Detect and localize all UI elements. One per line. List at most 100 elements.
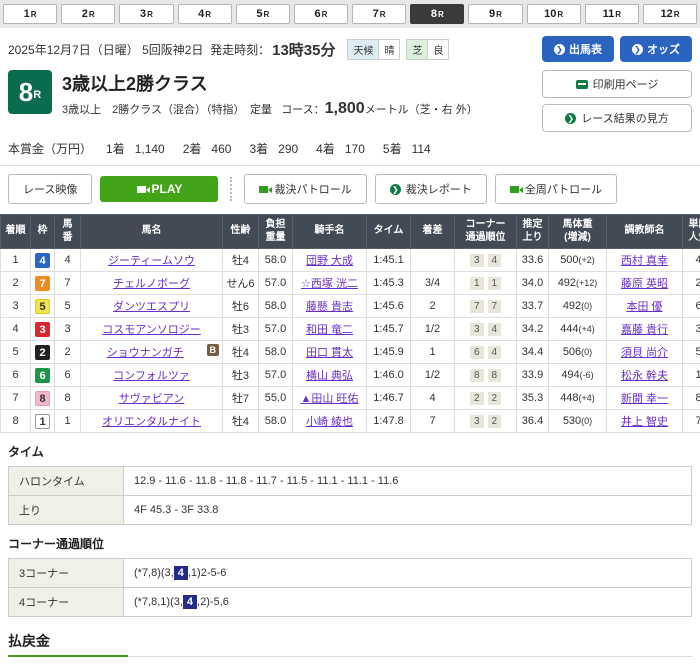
race-tab-11r[interactable]: 11R: [585, 4, 639, 24]
stewards-report-button[interactable]: ❯裁決レポート: [375, 174, 487, 204]
finish-time: 1:45.7: [367, 318, 411, 341]
race-number: 12: [660, 8, 672, 20]
trainer-cell: 西村 真幸: [607, 249, 683, 272]
margin: 1/2: [411, 364, 455, 387]
stewards-patrol-button[interactable]: 裁決パトロール: [244, 174, 366, 204]
race-title: 3歳以上2勝クラス: [62, 70, 478, 96]
trainer-name-link[interactable]: 新開 幸一: [621, 393, 668, 405]
horse-weight: 506: [563, 346, 581, 358]
horse-name-link[interactable]: チェルノボーグ: [113, 278, 190, 290]
horse-name-link[interactable]: ダンツエスプリ: [113, 301, 190, 313]
jockey-name-link[interactable]: ▲田山 旺佑: [301, 393, 359, 405]
frame-cell: 3: [31, 318, 55, 341]
race-tab-3r[interactable]: 3R: [119, 4, 173, 24]
win-popularity: 7: [683, 410, 700, 433]
horse-weight-diff: (0): [581, 301, 592, 311]
corner-position-box: 7: [488, 300, 502, 313]
finish-time: 1:45.3: [367, 272, 411, 295]
corner-positions: 34: [455, 318, 517, 341]
arrow-circle-icon: ❯: [554, 44, 565, 55]
trainer-name-link[interactable]: 藤原 英昭: [621, 278, 668, 290]
trainer-cell: 松永 幹夫: [607, 364, 683, 387]
race-tab-5r[interactable]: 5R: [236, 4, 290, 24]
table-row: 433コスモアンソロジー牡357.0和田 竜二1:45.71/23434.244…: [1, 318, 700, 341]
race-tab-2r[interactable]: 2R: [61, 4, 115, 24]
trainer-name-link[interactable]: 須貝 尚介: [621, 347, 668, 359]
estimated-last3f: 34.0: [517, 272, 549, 295]
blinker-badge: B: [207, 344, 220, 356]
trainer-name-link[interactable]: 井上 智史: [621, 416, 668, 428]
horse-weight-cell: 506(0): [549, 341, 607, 364]
race-tab-9r[interactable]: 9R: [468, 4, 522, 24]
corner-position-box: 1: [470, 277, 484, 290]
horse-weight-cell: 500(+2): [549, 249, 607, 272]
jockey-name-link[interactable]: 田口 貫太: [306, 347, 353, 359]
race-number: 6: [314, 8, 320, 20]
horse-number: 8: [55, 387, 81, 410]
jockey-name-link[interactable]: 藤懸 貴志: [306, 301, 353, 313]
finish-position: 1: [1, 249, 31, 272]
race-tab-1r[interactable]: 1R: [3, 4, 57, 24]
horse-weight-diff: (+12): [576, 278, 597, 288]
race-tab-6r[interactable]: 6R: [294, 4, 348, 24]
jockey-cell: 団野 大成: [293, 249, 367, 272]
sex-age: 牡4: [223, 341, 259, 364]
horse-name-link[interactable]: コスモアンソロジー: [102, 324, 201, 336]
column-header: コーナー 通過順位: [455, 215, 517, 249]
finish-time: 1:47.8: [367, 410, 411, 433]
turf-label: 芝: [406, 39, 428, 60]
trainer-cell: 須貝 尚介: [607, 341, 683, 364]
prize-place: 3着: [249, 142, 268, 156]
race-tab-7r[interactable]: 7R: [352, 4, 406, 24]
odds-button[interactable]: ❯オッズ: [620, 36, 692, 62]
frame-number-badge: 8: [35, 391, 50, 406]
jockey-name-link[interactable]: 横山 典弘: [306, 370, 353, 382]
column-header: 着順: [1, 215, 31, 249]
trainer-name-link[interactable]: 西村 真幸: [621, 255, 668, 267]
prize-item-2着: 2着460: [183, 142, 232, 156]
finish-time: 1:45.6: [367, 295, 411, 318]
column-header: 推定 上り: [517, 215, 549, 249]
jockey-cell: 田口 貫太: [293, 341, 367, 364]
horse-name-link[interactable]: コンフォルツァ: [113, 370, 190, 382]
horse-weight-cell: 444(+4): [549, 318, 607, 341]
horse-name-link[interactable]: ジーティームソウ: [108, 255, 195, 267]
prize-amount: 114: [412, 142, 431, 156]
corner-position-box: 8: [488, 369, 502, 382]
race-number: 8: [431, 8, 437, 20]
play-button[interactable]: PLAY: [100, 176, 218, 202]
horse-weight-cell: 448(+4): [549, 387, 607, 410]
entry-table-button[interactable]: ❯出馬表: [542, 36, 614, 62]
horse-name-link[interactable]: オリエンタルナイト: [102, 416, 201, 428]
race-tab-8r[interactable]: 8R: [410, 4, 464, 24]
race-tab-10r[interactable]: 10R: [527, 4, 581, 24]
corner4-value: (*7,8,1)(3,4,2)-5,6: [124, 588, 692, 617]
turf-value: 良: [428, 39, 449, 60]
horse-name-link[interactable]: サヴァビアン: [119, 393, 185, 405]
jockey-name-link[interactable]: 和田 竜二: [306, 324, 353, 336]
print-page-button[interactable]: 印刷用ページ: [542, 70, 692, 98]
jockey-name-link[interactable]: 団野 大成: [306, 255, 353, 267]
video-camera-icon: [259, 186, 268, 193]
race-tab-4r[interactable]: 4R: [178, 4, 232, 24]
win-popularity: 2: [683, 272, 700, 295]
trainer-name-link[interactable]: 本田 優: [626, 301, 662, 313]
race-tab-12r[interactable]: 12R: [643, 4, 697, 24]
trainer-name-link[interactable]: 松永 幹夫: [621, 370, 668, 382]
sex-age: 牡6: [223, 295, 259, 318]
payout-section: 払戻金 単勝4800円4番人気複勝4200円3番人気7160円2番人気5360円…: [0, 617, 700, 664]
trainer-cell: 藤原 英昭: [607, 272, 683, 295]
all-round-patrol-button[interactable]: 全周パトロール: [495, 174, 617, 204]
jockey-name-link[interactable]: ☆西塚 洸二: [301, 278, 358, 290]
horse-weight: 500: [560, 254, 578, 266]
carried-weight: 58.0: [259, 249, 293, 272]
horse-name-link[interactable]: ショウナンガチ: [107, 347, 184, 359]
table-row: 144ジーティームソウ牡458.0団野 大成1:45.13433.6500(+2…: [1, 249, 700, 272]
result-guide-button[interactable]: ❯レース結果の見方: [542, 104, 692, 132]
race-suffix: R: [31, 10, 37, 19]
jockey-cell: 和田 竜二: [293, 318, 367, 341]
trainer-name-link[interactable]: 嘉藤 貴行: [621, 324, 668, 336]
finish-position: 2: [1, 272, 31, 295]
jockey-name-link[interactable]: 小崎 綾也: [306, 416, 353, 428]
carried-weight: 58.0: [259, 295, 293, 318]
